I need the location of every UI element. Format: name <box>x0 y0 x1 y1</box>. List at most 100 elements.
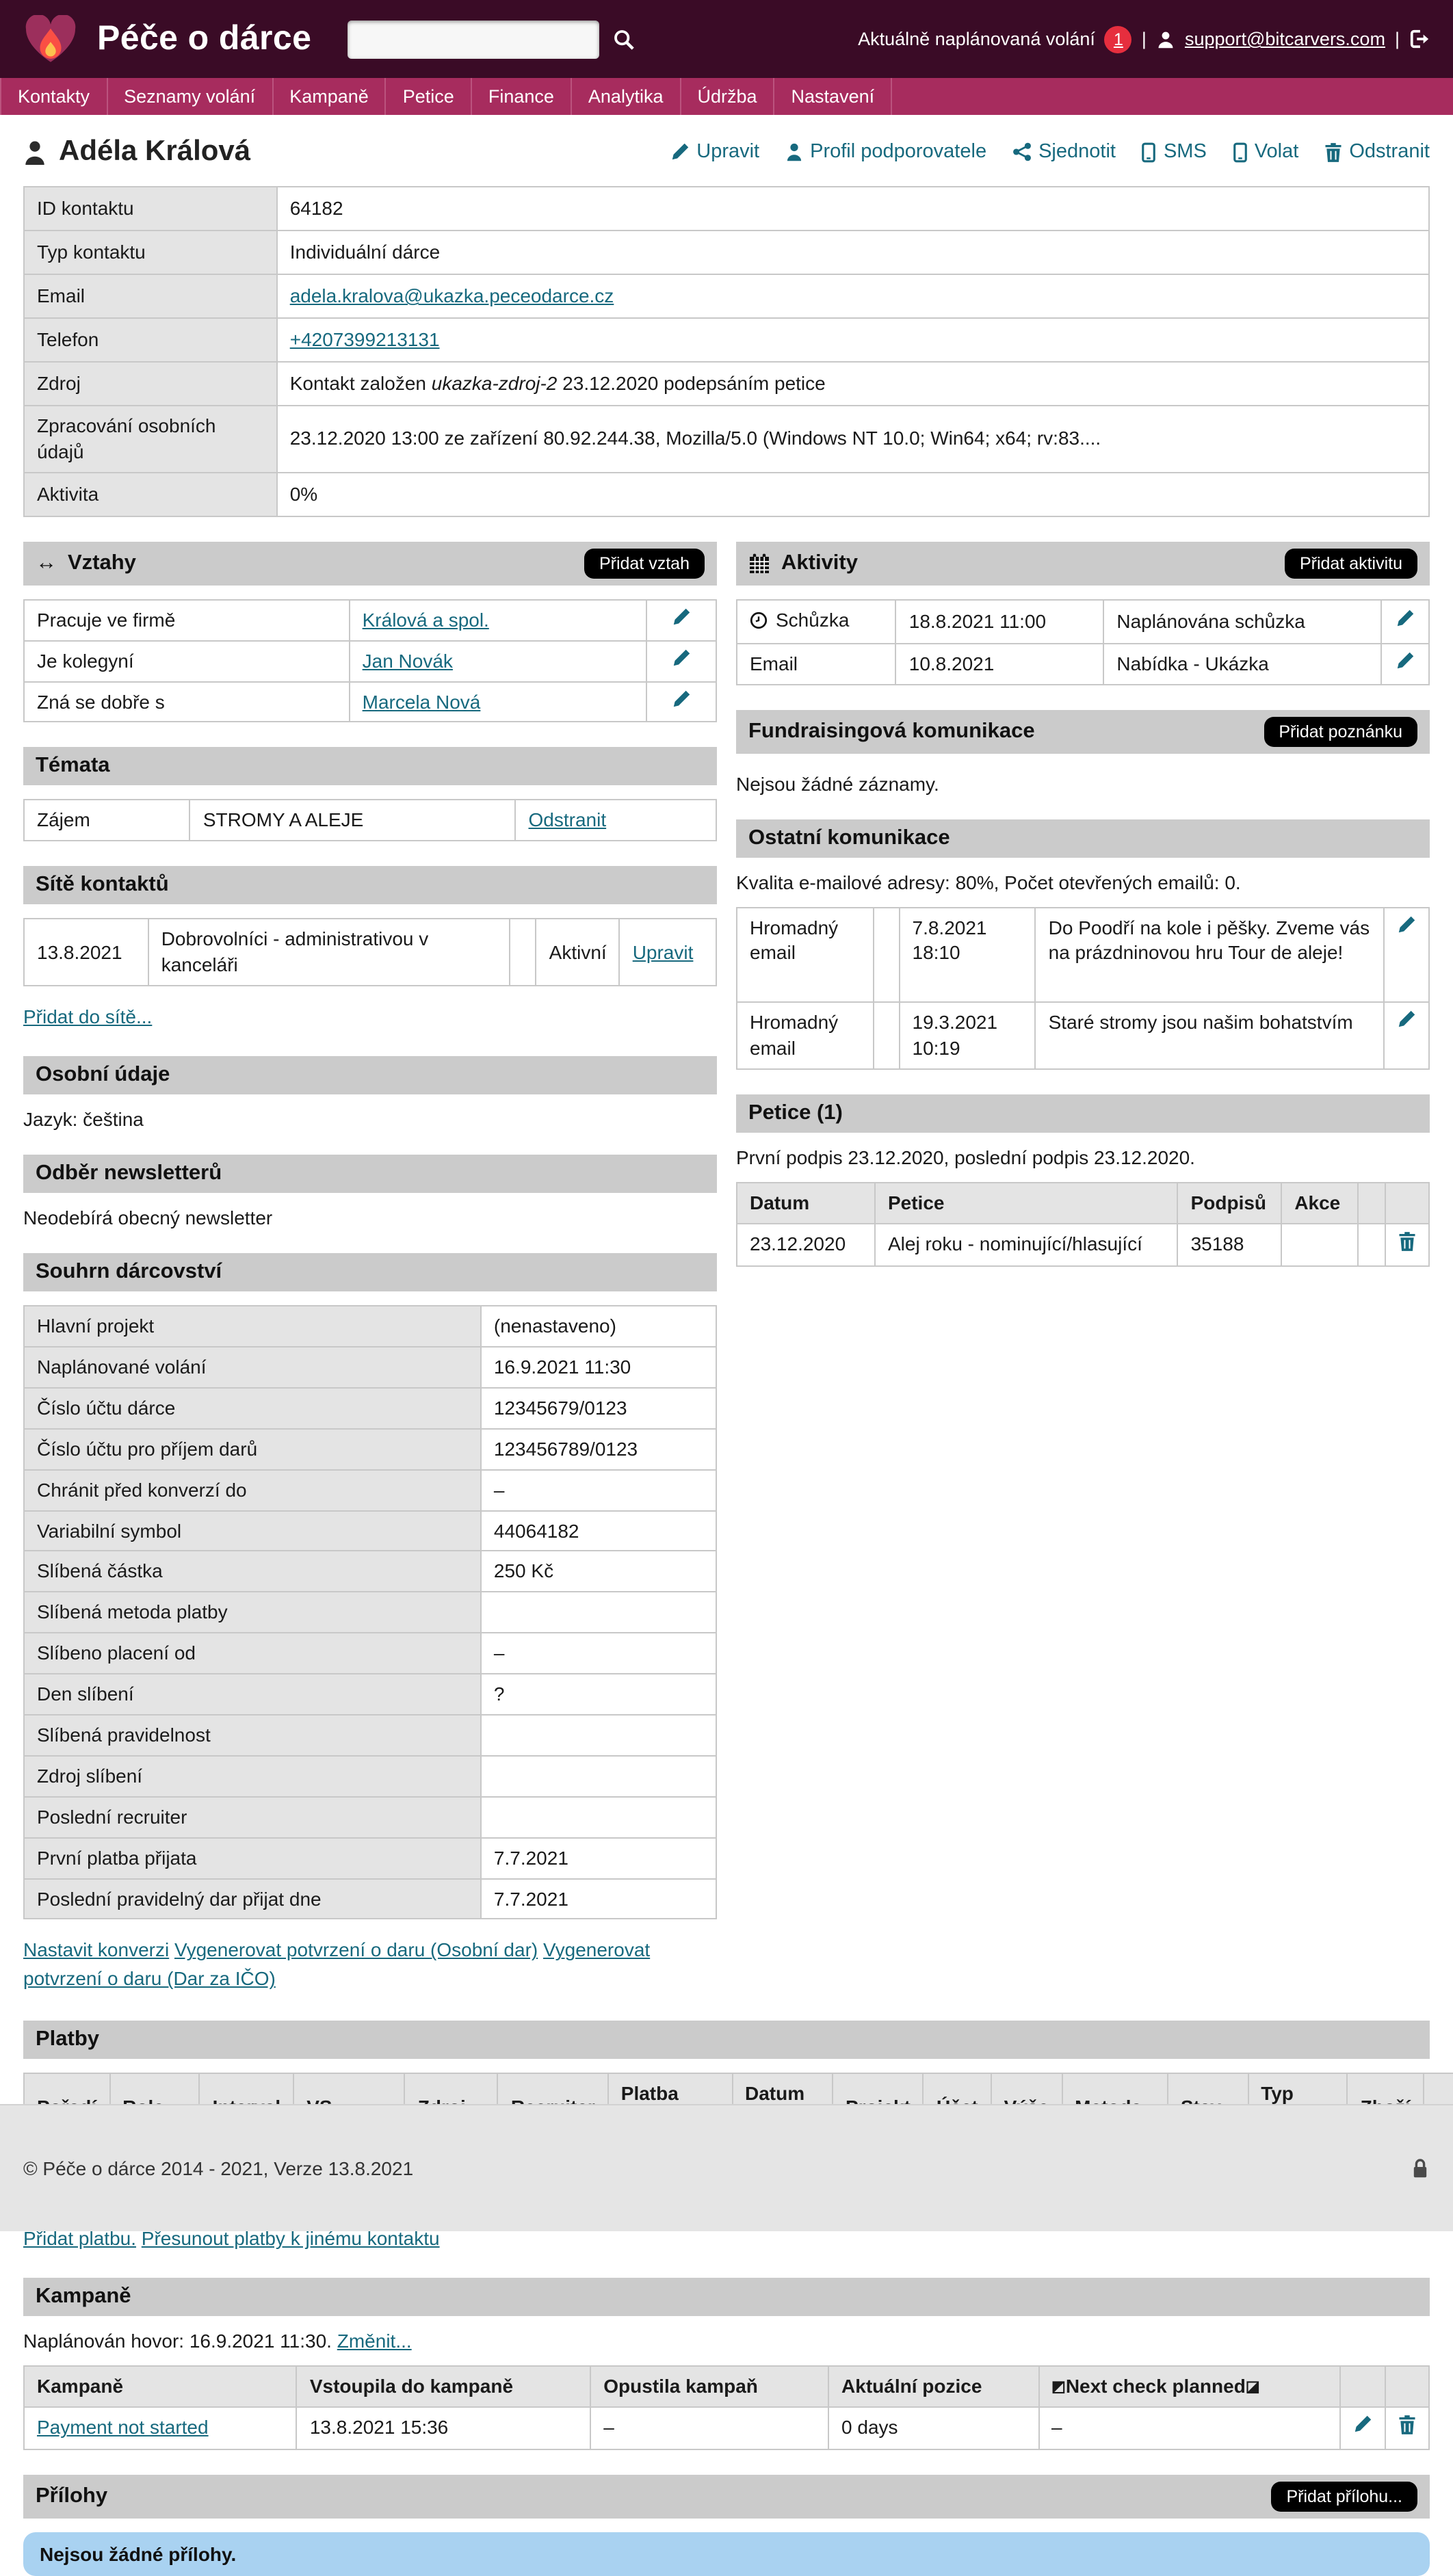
copyright-text: © Péče o dárce 2014 - 2021, Verze 13.8.2… <box>23 2157 413 2179</box>
edit-icon[interactable] <box>1396 609 1415 628</box>
nav-tab-finance[interactable]: Finance <box>472 78 572 115</box>
top-header: Péče o dárce Aktuálně naplánovaná volání… <box>0 0 1453 78</box>
calendar-icon <box>748 553 770 575</box>
contact-email-link[interactable]: adela.kralova@ukazka.peceodarce.cz <box>290 285 614 306</box>
table-row: Naplánované volání16.9.2021 11:30 <box>24 1347 716 1388</box>
table-row: Zpracování osobních údajů23.12.2020 13:0… <box>24 406 1429 473</box>
add-note-button[interactable]: Přidat poznánku <box>1264 716 1417 746</box>
app-title: Péče o dárce <box>97 19 311 59</box>
table-row: Hromadný email 7.8.2021 18:10 Do Poodří … <box>737 907 1429 1003</box>
nav-tab-analytika[interactable]: Analytika <box>572 78 681 115</box>
nav-tab-seznamy-volani[interactable]: Seznamy volání <box>107 78 273 115</box>
sort-desc-icon[interactable]: ◪ <box>1246 2379 1260 2395</box>
nav-tab-kampane[interactable]: Kampaně <box>273 78 387 115</box>
other-comm-table: Hromadný email 7.8.2021 18:10 Do Poodří … <box>736 906 1430 1070</box>
section-header-petitions: Petice (1) <box>736 1094 1430 1133</box>
edit-icon[interactable] <box>1353 2415 1372 2434</box>
networks-table: 13.8.2021 Dobrovolníci - administrativou… <box>23 919 717 987</box>
edit-contact-button[interactable]: Upravit <box>670 141 759 163</box>
nav-tab-kontakty[interactable]: Kontakty <box>0 78 107 115</box>
table-row: Payment not started 13.8.2021 15:36 – 0 … <box>24 2407 1429 2449</box>
campaign-link[interactable]: Payment not started <box>37 2417 209 2439</box>
email-quality-text: Kvalita e-mailové adresy: 80%, Počet ote… <box>736 871 1430 893</box>
logout-icon[interactable] <box>1409 29 1430 49</box>
table-row: První platba přijata7.7.2021 <box>24 1837 716 1878</box>
change-call-link[interactable]: Změnit... <box>337 2330 412 2352</box>
table-row: Email 10.8.2021 Nabídka - Ukázka <box>737 643 1429 684</box>
search-input[interactable] <box>347 20 599 58</box>
table-row: Hromadný email 19.3.2021 10:19 Staré str… <box>737 1003 1429 1070</box>
table-row: Emailadela.kralova@ukazka.peceodarce.cz <box>24 274 1429 318</box>
contact-actions: Upravit Profil podporovatele Sjednotit S… <box>670 141 1430 163</box>
edit-icon[interactable] <box>1397 915 1416 934</box>
delete-contact-button[interactable]: Odstranit <box>1324 141 1430 163</box>
nav-tab-nastaveni[interactable]: Nastavení <box>775 78 893 115</box>
sms-button[interactable]: SMS <box>1142 141 1207 163</box>
section-header-relationships: ↔ Vztahy Přidat vztah <box>23 542 717 586</box>
section-header-payments: Platby <box>23 2021 1430 2060</box>
table-row: Zájem STROMY A ALEJE Odstranit <box>24 800 716 841</box>
petition-summary-text: První podpis 23.12.2020, poslední podpis… <box>736 1146 1430 1168</box>
edit-icon[interactable] <box>672 689 691 708</box>
main-nav: Kontakty Seznamy volání Kampaně Petice F… <box>0 78 1453 115</box>
edit-network-link[interactable]: Upravit <box>633 941 694 963</box>
supporter-profile-button[interactable]: Profil podporovatele <box>785 141 986 163</box>
edit-icon[interactable] <box>672 607 691 627</box>
merge-button[interactable]: Sjednotit <box>1012 141 1116 163</box>
remove-topic-link[interactable]: Odstranit <box>529 809 607 831</box>
add-to-network-link[interactable]: Přidat do sítě... <box>23 1006 152 1027</box>
page-footer: © Péče o dárce 2014 - 2021, Verze 13.8.2… <box>0 2104 1453 2231</box>
language-text: Jazyk: čeština <box>23 1108 717 1130</box>
add-attachment-button[interactable]: Přidat přílohu... <box>1271 2482 1417 2512</box>
add-relationship-button[interactable]: Přidat vztah <box>584 549 705 579</box>
table-row: 13.8.2021 Dobrovolníci - administrativou… <box>24 919 716 986</box>
contact-name-text: Adéla Králová <box>59 135 250 168</box>
table-row: Slíbená pravidelnost <box>24 1715 716 1756</box>
section-header-other-comm: Ostatní komunikace <box>736 819 1430 857</box>
contact-header: Adéla Králová Upravit Profil podporovate… <box>23 135 1430 168</box>
user-email-link[interactable]: support@bitcarvers.com <box>1185 29 1385 49</box>
add-activity-button[interactable]: Přidat aktivitu <box>1285 549 1417 579</box>
table-row: Den slíbení? <box>24 1674 716 1715</box>
planned-calls-badge[interactable]: 1 <box>1105 25 1132 53</box>
person-icon <box>23 139 47 165</box>
relationship-link[interactable]: Marcela Nová <box>363 690 481 712</box>
delete-icon[interactable] <box>1398 2415 1416 2435</box>
contact-phone-link[interactable]: +4207399213131 <box>290 328 440 350</box>
nav-tab-udrzba[interactable]: Údržba <box>681 78 774 115</box>
page: Péče o dárce Aktuálně naplánovaná volání… <box>0 0 1453 2231</box>
table-row: Zdroj slíbení <box>24 1756 716 1797</box>
contact-id-value: 64182 <box>277 187 1429 231</box>
table-row: Slíbeno placení od– <box>24 1633 716 1674</box>
relationships-table: Pracuje ve firmě Králová a spol. Je kole… <box>23 599 717 723</box>
edit-icon[interactable] <box>672 648 691 667</box>
edit-icon[interactable] <box>1397 1010 1416 1029</box>
table-row: Zdroj Kontakt založen ukazka-zdroj-2 23.… <box>24 362 1429 406</box>
contact-source-value: Kontakt založen ukazka-zdroj-2 23.12.202… <box>277 362 1429 406</box>
planned-calls-label: Aktuálně naplánovaná volání <box>858 29 1095 49</box>
search-icon[interactable] <box>612 28 634 50</box>
person-icon <box>785 142 803 161</box>
arrows-icon: ↔ <box>36 551 57 576</box>
share-icon <box>1012 142 1032 161</box>
fundraising-empty-text: Nejsou žádné záznamy. <box>736 772 1430 794</box>
section-header-attachments: Přílohy Přidat přílohu... <box>23 2475 1430 2519</box>
call-button[interactable]: Volat <box>1233 141 1299 163</box>
relationship-link[interactable]: Králová a spol. <box>363 609 489 631</box>
table-row: Telefon+4207399213131 <box>24 318 1429 362</box>
generate-receipt-personal-link[interactable]: Vygenerovat potvrzení o daru (Osobní dar… <box>174 1939 538 1961</box>
nav-tab-petice[interactable]: Petice <box>387 78 472 115</box>
table-row: Typ kontaktuIndividuální dárce <box>24 231 1429 274</box>
delete-icon[interactable] <box>1398 1231 1416 1252</box>
right-column: Aktivity Přidat aktivitu Schůzka 18.8.20… <box>736 517 1430 1267</box>
table-header-row: Kampaně Vstoupila do kampaně Opustila ka… <box>24 2366 1429 2407</box>
gdpr-value: 23.12.2020 13:00 ze zařízení 80.92.244.3… <box>277 406 1429 473</box>
sort-asc-icon[interactable]: ◩ <box>1051 2379 1066 2395</box>
table-row: Hlavní projekt(nenastaveno) <box>24 1306 716 1347</box>
relationship-link[interactable]: Jan Novák <box>363 649 453 671</box>
left-column: ↔ Vztahy Přidat vztah Pracuje ve firmě K… <box>23 517 717 1997</box>
edit-icon[interactable] <box>1396 650 1415 670</box>
table-row: Slíbená částka250 Kč <box>24 1551 716 1592</box>
set-conversion-link[interactable]: Nastavit konverzi <box>23 1939 169 1961</box>
contact-type-value: Individuální dárce <box>277 231 1429 274</box>
